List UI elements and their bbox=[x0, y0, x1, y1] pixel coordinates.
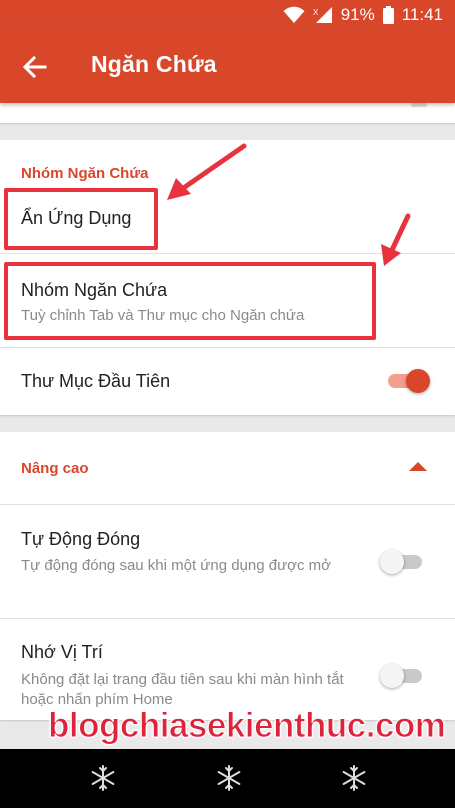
drawer-groups-subtitle: Tuỳ chỉnh Tab và Thư mục cho Ngăn chứa bbox=[21, 307, 305, 324]
back-button[interactable] bbox=[18, 50, 52, 84]
toggle-thumb bbox=[406, 369, 430, 393]
arrow-back-icon bbox=[22, 55, 47, 79]
status-bar: X 91% 11:41 bbox=[0, 0, 455, 30]
snowflake-icon[interactable] bbox=[88, 763, 118, 793]
toggle-thumb bbox=[380, 664, 404, 688]
snowflake-icon[interactable] bbox=[339, 763, 369, 793]
section-header-advanced: Nâng cao bbox=[21, 460, 89, 477]
group-section-card: Nhóm Ngăn Chứa Ẩn Ứng Dụng Nhóm Ngăn Chứ… bbox=[0, 140, 455, 415]
section-header-group: Nhóm Ngăn Chứa bbox=[21, 165, 149, 182]
svg-text:X: X bbox=[313, 8, 319, 17]
drawer-groups-title: Nhóm Ngăn Chứa bbox=[21, 280, 168, 300]
wifi-icon bbox=[283, 6, 305, 23]
remember-position-subtitle: Không đặt lại trang đầu tiên sau khi màn… bbox=[21, 671, 344, 708]
signal-icon: X bbox=[313, 7, 332, 23]
auto-close-title: Tự Động Đóng bbox=[21, 529, 141, 549]
advanced-section-card: Nâng cao Tự Động Đóng Tự động đóng sau k… bbox=[0, 432, 455, 720]
battery-icon bbox=[382, 6, 394, 24]
toggle-thumb bbox=[380, 550, 404, 574]
watermark: blogchiasekienthuc.com bbox=[47, 706, 446, 746]
status-icons: X 91% 11:41 bbox=[283, 5, 443, 25]
previous-card bbox=[0, 103, 455, 123]
drawer-groups-item[interactable]: Nhóm Ngăn Chứa Tuỳ chỉnh Tab và Thư mục … bbox=[0, 254, 455, 346]
hide-apps-item[interactable]: Ẩn Ứng Dụng bbox=[0, 190, 455, 252]
nav-bar bbox=[0, 749, 455, 808]
chevron-up-icon[interactable] bbox=[409, 462, 427, 471]
auto-close-item[interactable]: Tự Động Đóng Tự động đóng sau khi một ứn… bbox=[0, 505, 455, 617]
remember-position-item[interactable]: Nhớ Vị Trí Không đặt lại trang đầu tiên … bbox=[0, 619, 455, 720]
hide-apps-title: Ẩn Ứng Dụng bbox=[21, 208, 132, 228]
folders-first-item[interactable]: Thư Mục Đầu Tiên bbox=[0, 348, 455, 415]
app-bar: Ngăn Chứa bbox=[0, 30, 455, 103]
snowflake-icon[interactable] bbox=[214, 763, 244, 793]
page-title: Ngăn Chứa bbox=[91, 51, 217, 77]
remember-position-title: Nhớ Vị Trí bbox=[21, 642, 103, 662]
auto-close-subtitle: Tự động đóng sau khi một ứng dụng được m… bbox=[21, 557, 331, 574]
remember-position-toggle[interactable] bbox=[380, 663, 426, 689]
battery-percent: 91% bbox=[340, 5, 375, 24]
clock: 11:41 bbox=[401, 5, 443, 24]
auto-close-toggle[interactable] bbox=[380, 549, 426, 575]
toggle-remnant bbox=[411, 103, 427, 107]
advanced-header[interactable]: Nâng cao bbox=[0, 432, 455, 504]
folders-first-toggle[interactable] bbox=[384, 368, 430, 394]
folders-first-title: Thư Mục Đầu Tiên bbox=[21, 371, 171, 391]
